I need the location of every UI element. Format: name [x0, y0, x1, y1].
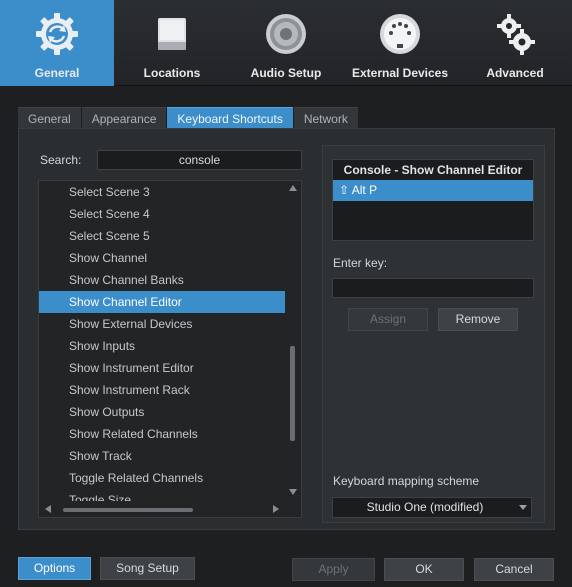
scroll-left-arrow-icon[interactable]: [45, 505, 51, 513]
sub-tabs: General Appearance Keyboard Shortcuts Ne…: [18, 107, 359, 129]
gear-cycle-icon: [27, 6, 87, 62]
category-locations[interactable]: Locations: [114, 0, 230, 86]
list-item[interactable]: Show Track: [39, 445, 287, 467]
enter-key-label: Enter key:: [333, 256, 388, 270]
mapping-scheme-value: Studio One (modified): [366, 500, 484, 514]
tab-network[interactable]: Network: [293, 107, 358, 129]
command-list[interactable]: Select Scene 3 Select Scene 4 Select Sce…: [39, 181, 287, 501]
assign-button[interactable]: Assign: [348, 308, 428, 331]
ok-button[interactable]: OK: [384, 558, 464, 581]
list-item[interactable]: Toggle Related Channels: [39, 467, 287, 489]
mapping-scheme-label: Keyboard mapping scheme: [333, 474, 480, 488]
list-item[interactable]: Show Instrument Editor: [39, 357, 287, 379]
list-item[interactable]: Select Scene 4: [39, 203, 287, 225]
list-item[interactable]: Select Scene 3: [39, 181, 287, 203]
list-item[interactable]: Show Channel: [39, 247, 287, 269]
list-item[interactable]: Show Related Channels: [39, 423, 287, 445]
search-label: Search:: [40, 153, 82, 167]
scroll-up-arrow-icon[interactable]: [289, 185, 297, 191]
category-external-devices[interactable]: External Devices: [342, 0, 458, 86]
horizontal-scroll-thumb[interactable]: [63, 508, 193, 512]
list-item[interactable]: Toggle Size: [39, 489, 287, 501]
list-item[interactable]: Show External Devices: [39, 313, 287, 335]
list-item[interactable]: Show Inputs: [39, 335, 287, 357]
category-label: Audio Setup: [250, 66, 322, 80]
tab-appearance[interactable]: Appearance: [81, 107, 167, 129]
assigned-key-row[interactable]: ⇧ Alt P: [333, 180, 533, 201]
list-item[interactable]: Select Scene 5: [39, 225, 287, 247]
apply-button[interactable]: Apply: [292, 558, 375, 581]
list-item-selected[interactable]: Show Channel Editor: [39, 291, 287, 313]
shortcut-title: Console - Show Channel Editor: [343, 163, 523, 177]
list-item[interactable]: Show Instrument Rack: [39, 379, 287, 401]
list-item[interactable]: Show Channel Banks: [39, 269, 287, 291]
midi-connector-icon: [370, 6, 430, 62]
category-label: Advanced: [486, 66, 544, 80]
song-setup-button[interactable]: Song Setup: [100, 557, 195, 580]
assigned-keys-box: Console - Show Channel Editor ⇧ Alt P: [332, 159, 534, 241]
mapping-scheme-dropdown[interactable]: Studio One (modified): [332, 497, 532, 518]
command-list-box: Select Scene 3 Select Scene 4 Select Sce…: [38, 180, 302, 518]
options-button[interactable]: Options: [18, 557, 91, 580]
cancel-button[interactable]: Cancel: [474, 558, 554, 581]
vertical-scrollbar[interactable]: [285, 181, 301, 501]
speaker-icon: [256, 6, 316, 62]
preferences-category-bar: General Locations Audio Setup External D…: [0, 0, 572, 86]
category-label: Locations: [143, 66, 201, 80]
category-label: External Devices: [351, 66, 449, 80]
enter-key-input[interactable]: [332, 278, 534, 298]
scroll-down-arrow-icon[interactable]: [289, 489, 297, 495]
category-general[interactable]: General: [0, 0, 114, 86]
search-input[interactable]: [97, 150, 302, 170]
category-audio-setup[interactable]: Audio Setup: [230, 0, 342, 86]
category-advanced[interactable]: Advanced: [458, 0, 572, 86]
scroll-right-arrow-icon[interactable]: [273, 505, 279, 513]
drive-icon: [142, 6, 202, 62]
remove-button[interactable]: Remove: [438, 308, 518, 331]
vertical-scroll-thumb[interactable]: [290, 346, 295, 441]
category-label: General: [34, 66, 80, 80]
chevron-down-icon: [519, 505, 527, 510]
tab-general[interactable]: General: [18, 107, 81, 129]
tab-keyboard-shortcuts[interactable]: Keyboard Shortcuts: [167, 107, 293, 129]
horizontal-scrollbar[interactable]: [39, 501, 287, 517]
list-item[interactable]: Show Outputs: [39, 401, 287, 423]
gears-icon: [485, 6, 545, 62]
